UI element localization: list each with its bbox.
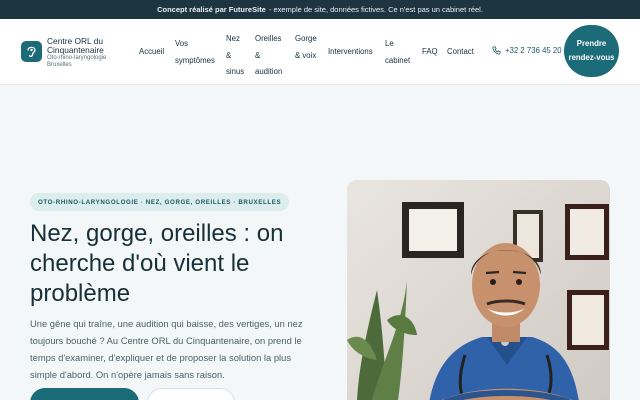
nav-item-contact[interactable]: Contact — [447, 44, 479, 61]
hero-secondary-button[interactable] — [147, 388, 235, 400]
phone-number: +32 2 736 45 20 — [505, 46, 562, 55]
book-appointment-label: Prendre rendez-vous — [568, 39, 615, 62]
nav-item-oreilles-audition[interactable]: Oreilles & audition — [255, 31, 285, 81]
nav-item-faq[interactable]: FAQ — [422, 44, 442, 61]
brand-title[interactable]: Centre ORL du Cinquantenaire — [47, 37, 127, 55]
book-appointment-button[interactable]: Prendre rendez-vous — [564, 25, 619, 77]
phone-link[interactable]: +32 2 736 45 20 — [492, 46, 562, 55]
nav-item-symptomes[interactable]: Vos symptômes — [175, 36, 217, 69]
notice-bold: Concept réalisé par FutureSite — [157, 5, 266, 14]
doctor-photo — [347, 180, 610, 400]
nav-item-interventions[interactable]: Interventions — [328, 44, 376, 61]
phone-icon — [492, 46, 501, 55]
ear-icon[interactable] — [21, 41, 42, 62]
brand-subtitle: Oto-rhino-laryngologie · Bruxelles — [47, 55, 111, 68]
hero-primary-button[interactable] — [30, 388, 139, 400]
hero-title: Nez, gorge, oreilles : on cherche d'où v… — [30, 220, 284, 307]
specialty-badge: OTO-RHINO-LARYNGOLOGIE · NEZ, GORGE, ORE… — [30, 193, 290, 211]
nav-item-gorge-voix[interactable]: Gorge & voix — [295, 31, 317, 64]
nav-item-nez-sinus[interactable]: Nez & sinus — [226, 31, 244, 81]
hero-lead: Une gêne qui traîne, une audition qui ba… — [30, 318, 303, 380]
site-header: Centre ORL du Cinquantenaire Oto-rhino-l… — [0, 19, 640, 85]
notice-bar: Concept réalisé par FutureSite - exemple… — [0, 0, 640, 19]
nav-item-accueil[interactable]: Accueil — [139, 44, 169, 61]
nav-item-cabinet[interactable]: Le cabinet — [385, 36, 413, 69]
notice-text: - exemple de site, données fictives. Ce … — [268, 5, 483, 14]
